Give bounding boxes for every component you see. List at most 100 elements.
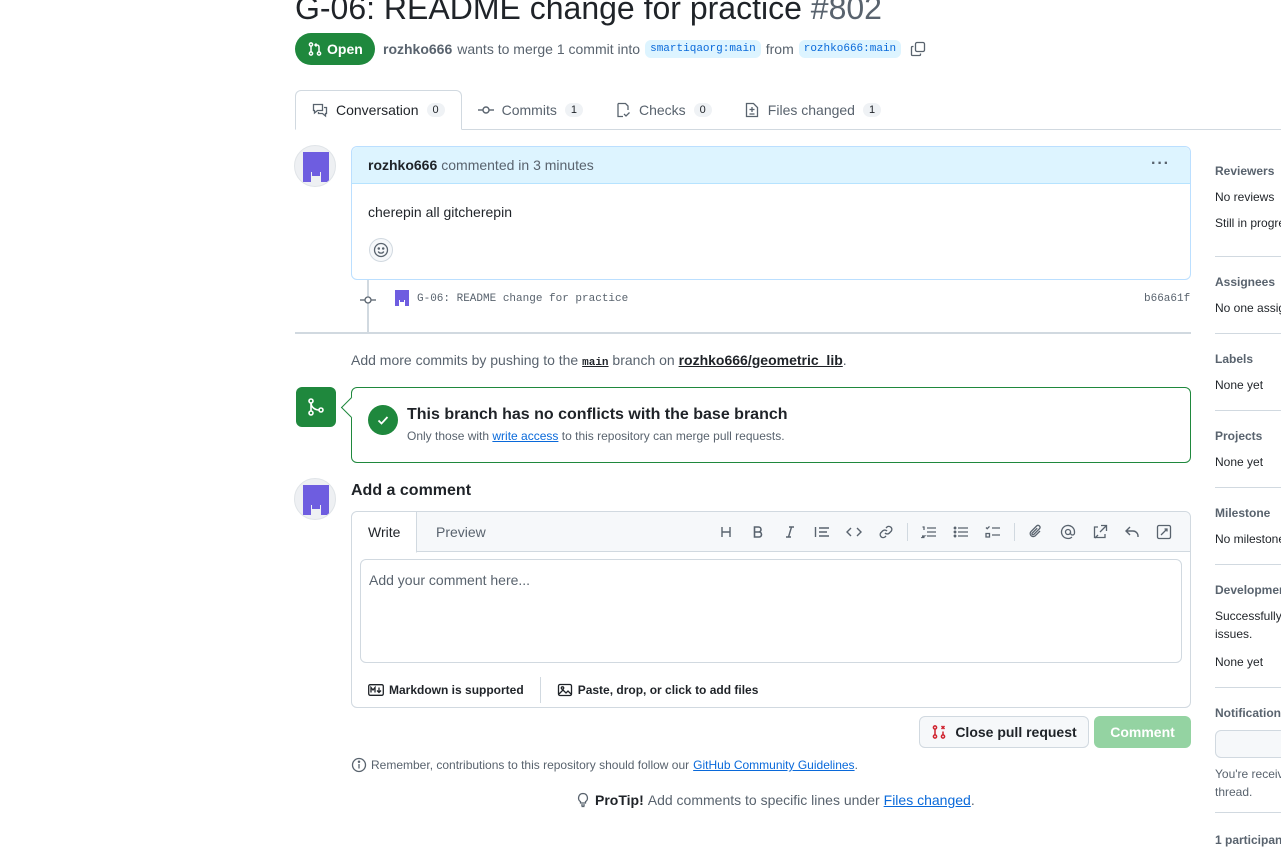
sidebar-divider [1215,410,1281,411]
sidebar-participants: 1 participant [1215,833,1281,847]
guidelines-suffix: . [854,758,858,772]
code-icon[interactable] [838,520,870,544]
markdown-supported-link[interactable]: Markdown is supported [352,683,540,697]
git-commit-icon [360,296,376,304]
comment-button[interactable]: Comment [1094,716,1191,748]
pr-title: G-06: README change for practice #802 [295,0,882,28]
tab-preview[interactable]: Preview [420,512,502,552]
add-reaction-button[interactable] [369,238,393,262]
sidebar-divider [1215,812,1281,813]
tab-conversation[interactable]: Conversation 0 [295,90,462,130]
protip-text: Add comments to specific lines under [647,792,880,808]
add-comment-title: Add a comment [351,482,472,499]
sidebar-value: thread. [1215,785,1253,799]
commit-sha[interactable]: b66a61f [1144,293,1190,305]
close-pull-request-button[interactable]: Close pull request [919,716,1089,748]
sidebar-value: None yet [1215,378,1264,392]
sidebar-value: Still in progre [1215,216,1281,230]
unordered-list-icon[interactable] [945,520,977,544]
guidelines-note: Remember, contributions to this reposito… [351,757,858,773]
community-guidelines-link[interactable]: GitHub Community Guidelines [693,758,854,772]
comment-body: cherepin all gitcherepin [368,204,512,220]
info-icon [351,757,367,773]
ordered-list-icon[interactable] [913,520,945,544]
hint-repo-link[interactable]: rozhko666/geometric_lib [679,352,843,368]
hint-middle: branch on [612,352,675,368]
pr-title-text: G-06: README change for practice [295,0,802,26]
merge-status-box: This branch has no conflicts with the ba… [351,387,1191,463]
sidebar-value: None yet [1215,455,1264,469]
bold-icon[interactable] [742,520,774,544]
head-branch[interactable]: rozhko666:main [798,40,902,58]
sidebar-notifications: Notifications You're receiv thread. [1215,706,1281,799]
git-commit-icon [477,106,494,114]
pr-state-label: Open [327,41,363,57]
quote-icon[interactable] [806,520,838,544]
editor-footer: Markdown is supported Paste, drop, or cl… [352,672,1190,708]
hint-branch[interactable]: main [582,357,608,369]
comment-menu-button[interactable]: ··· [1151,155,1170,173]
checklist-icon [617,102,630,118]
sidebar-milestone[interactable]: Milestone No milestone [1215,506,1281,546]
sidebar-divider [1215,564,1281,565]
push-hint: Add more commits by pushing to the main … [351,352,847,369]
tab-label: Conversation [336,102,419,118]
markdown-toolbar [710,520,1180,544]
merge-sub-suffix: to this repository can merge pull reques… [561,429,785,443]
comment-meta[interactable]: commented in 3 minutes [441,157,594,173]
comment-author[interactable]: rozhko666 [368,157,437,173]
tab-counter: 0 [426,103,445,117]
commit-message[interactable]: G-06: README change for practice [417,293,628,305]
sidebar-heading: Milestone [1215,506,1271,520]
sidebar-value: No one assig [1215,301,1281,315]
cross-reference-icon[interactable] [1084,520,1116,544]
tab-checks[interactable]: Checks 0 [599,90,728,130]
paperclip-icon[interactable] [1020,520,1052,544]
base-branch[interactable]: smartiqaorg:main [645,40,761,58]
protip-label: ProTip! [595,792,644,808]
git-merge-icon [308,398,324,416]
sidebar-reviewers[interactable]: Reviewers No reviews Still in progre [1215,164,1281,230]
attach-files-label: Paste, drop, or click to add files [577,683,759,697]
commit-author-avatar[interactable] [393,289,411,307]
comment-input[interactable] [360,559,1182,663]
sidebar-heading: Projects [1215,429,1263,443]
sidebar-heading: Reviewers [1215,164,1275,178]
image-icon [557,683,572,697]
italic-icon[interactable] [774,520,806,544]
tab-label: Commits [501,102,557,118]
subscribe-button[interactable] [1215,730,1281,758]
sidebar-heading: Developmer [1215,583,1281,597]
attach-files-button[interactable]: Paste, drop, or click to add files [541,682,775,698]
check-circle [368,405,398,435]
tab-files-changed[interactable]: Files changed 1 [728,90,897,130]
write-access-link[interactable]: write access [492,429,558,443]
identicon-icon [303,485,329,515]
sidebar-development[interactable]: Developmer Successfully issues. None yet [1215,583,1281,669]
tab-write[interactable]: Write [352,512,418,553]
fullscreen-icon[interactable] [1148,520,1180,544]
sidebar-labels[interactable]: Labels None yet [1215,352,1281,392]
comment-author-avatar[interactable] [294,145,336,187]
task-list-icon[interactable] [977,520,1009,544]
close-pull-request-label: Close pull request [955,724,1077,740]
pr-author-link[interactable]: rozhko666 [383,41,452,57]
sidebar-assignees[interactable]: Assignees No one assig [1215,275,1281,315]
toolbar-divider [907,523,908,541]
editor-header: Write Preview [352,512,1190,553]
light-bulb-icon [577,792,589,808]
files-changed-link[interactable]: Files changed [884,792,971,808]
mention-icon[interactable] [1052,520,1084,544]
sidebar-divider [1215,333,1281,334]
link-icon[interactable] [870,520,902,544]
current-user-avatar[interactable] [294,478,336,520]
reply-icon[interactable] [1116,520,1148,544]
markdown-label: Markdown is supported [389,683,524,697]
pr-state-badge: Open [295,33,375,65]
guidelines-prefix: Remember, contributions to this reposito… [371,758,690,772]
heading-icon[interactable] [710,520,742,544]
merge-title: This branch has no conflicts with the ba… [407,406,788,423]
sidebar-projects[interactable]: Projects None yet [1215,429,1281,469]
copy-icon[interactable] [910,41,926,57]
tab-commits[interactable]: Commits 1 [462,90,599,130]
